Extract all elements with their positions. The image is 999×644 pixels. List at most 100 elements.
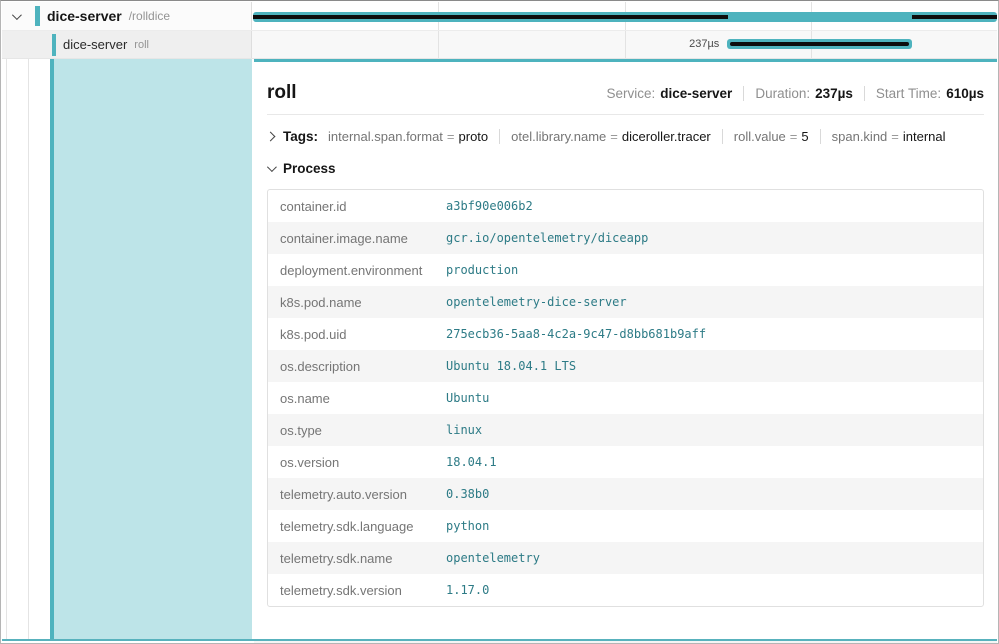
process-key: container.image.name (268, 231, 446, 246)
meta-value: 610µs (946, 86, 984, 101)
meta-value: dice-server (660, 86, 732, 101)
chevron-right-icon (266, 132, 276, 142)
operation-name: /rolldice (129, 9, 170, 23)
operation-name: roll (134, 39, 149, 51)
span-name-cell-rolldice[interactable]: dice-server /rolldice (2, 2, 252, 30)
collapse-toggle[interactable] (12, 7, 26, 25)
tag-equals: = (610, 129, 618, 144)
process-value: 0.38b0 (446, 487, 489, 501)
span-duration-label: 237µs (689, 38, 719, 50)
process-table-row: telemetry.auto.version0.38b0 (268, 478, 983, 510)
process-value: production (446, 263, 518, 277)
tag-separator (722, 129, 723, 144)
process-key: telemetry.auto.version (268, 487, 446, 502)
span-timeline-cell-roll: 237µs (252, 31, 997, 58)
child-time-overlay (253, 15, 728, 19)
tag-value: diceroller.tracer (622, 129, 711, 144)
selected-span-highlight (50, 59, 252, 639)
tag-equals: = (891, 129, 899, 144)
process-table-row: telemetry.sdk.languagepython (268, 510, 983, 542)
process-table-row: container.ida3bf90e006b2 (268, 190, 983, 222)
parent-span-bar[interactable] (253, 12, 997, 22)
process-key: deployment.environment (268, 263, 446, 278)
process-value: 1.17.0 (446, 583, 489, 597)
service-name: dice-server (63, 37, 127, 52)
tag-value: internal (903, 129, 946, 144)
process-value: python (446, 519, 489, 533)
timeline-scroll-rail[interactable] (2, 639, 997, 641)
meta-separator (743, 86, 744, 101)
process-value: gcr.io/opentelemetry/diceapp (446, 231, 648, 245)
tag-key: roll.value (734, 129, 786, 144)
process-accordion-toggle[interactable]: Process (254, 144, 997, 176)
process-table-row: os.nameUbuntu (268, 382, 983, 414)
meta-label: Start Time: (876, 86, 941, 101)
process-key: os.version (268, 455, 446, 470)
meta-label: Service: (606, 86, 655, 101)
process-table-row: telemetry.sdk.version1.17.0 (268, 574, 983, 606)
process-key: os.type (268, 423, 446, 438)
tags-accordion-toggle[interactable]: Tags: internal.span.format = proto otel.lib… (254, 115, 997, 144)
span-timeline-cell-rolldice (252, 2, 997, 30)
tag-key: span.kind (832, 129, 888, 144)
process-table-row: k8s.pod.nameopentelemetry-dice-server (268, 286, 983, 318)
meta-value: 237µs (815, 86, 853, 101)
child-span-bar[interactable] (727, 39, 912, 49)
grid-line (438, 31, 439, 58)
indent-guide-line (6, 59, 7, 639)
tag-equals: = (790, 129, 798, 144)
process-value: opentelemetry-dice-server (446, 295, 627, 309)
tags-label: Tags: (283, 129, 318, 144)
span-detail-header: roll Service:dice-serverDuration:237µsSt… (254, 62, 997, 114)
process-key: k8s.pod.name (268, 295, 446, 310)
process-table-row: k8s.pod.uid275ecb36-5aa8-4c2a-9c47-d8bb6… (268, 318, 983, 350)
process-value: Ubuntu 18.04.1 LTS (446, 359, 576, 373)
service-color-bar (52, 34, 56, 56)
process-key: os.name (268, 391, 446, 406)
chevron-down-icon (267, 162, 277, 172)
process-key: k8s.pod.uid (268, 327, 446, 342)
tag-value: proto (459, 129, 489, 144)
tag-key: otel.library.name (511, 129, 606, 144)
span-detail-panel: roll Service:dice-serverDuration:237µsSt… (254, 59, 997, 640)
process-label: Process (283, 161, 336, 176)
tag-key: internal.span.format (328, 129, 443, 144)
service-color-bar (50, 59, 54, 639)
meta-separator (864, 86, 865, 101)
chevron-down-icon (12, 10, 22, 20)
process-value: 18.04.1 (446, 455, 497, 469)
service-color-bar (35, 6, 40, 26)
jaeger-trace-view: dice-server /rolldice dice-server roll 2… (0, 0, 999, 644)
service-name: dice-server (47, 8, 122, 24)
tag-value: 5 (801, 129, 808, 144)
process-key: telemetry.sdk.language (268, 519, 446, 534)
process-value: a3bf90e006b2 (446, 199, 533, 213)
process-value: opentelemetry (446, 551, 540, 565)
trace-body: roll Service:dice-serverDuration:237µsSt… (2, 59, 997, 642)
span-meta: Service:dice-serverDuration:237µsStart T… (606, 86, 984, 101)
process-table-row: os.typelinux (268, 414, 983, 446)
process-table-row: container.image.namegcr.io/opentelemetry… (268, 222, 983, 254)
process-table-row: os.version18.04.1 (268, 446, 983, 478)
grid-line (625, 31, 626, 58)
process-value: linux (446, 423, 482, 437)
tags-summary-list: internal.span.format = proto otel.library.n… (328, 129, 946, 144)
span-row-rolldice: dice-server /rolldice (2, 2, 997, 31)
indent-guide-line (28, 59, 29, 639)
tag-separator (820, 129, 821, 144)
child-time-overlay (912, 15, 997, 19)
span-operation-title: roll (267, 82, 297, 104)
process-table-row: telemetry.sdk.nameopentelemetry (268, 542, 983, 574)
process-key: telemetry.sdk.name (268, 551, 446, 566)
tag-separator (499, 129, 500, 144)
process-table-row: os.descriptionUbuntu 18.04.1 LTS (268, 350, 983, 382)
process-value: 275ecb36-5aa8-4c2a-9c47-d8bb681b9aff (446, 327, 706, 341)
process-key: os.description (268, 359, 446, 374)
span-row-roll: dice-server roll 237µs (2, 31, 997, 59)
process-key: container.id (268, 199, 446, 214)
span-bar-stripe (730, 42, 909, 46)
span-name-cell-roll[interactable]: dice-server roll (2, 31, 252, 58)
process-key: telemetry.sdk.version (268, 583, 446, 598)
process-value: Ubuntu (446, 391, 489, 405)
process-table: container.ida3bf90e006b2container.image.… (267, 189, 984, 607)
